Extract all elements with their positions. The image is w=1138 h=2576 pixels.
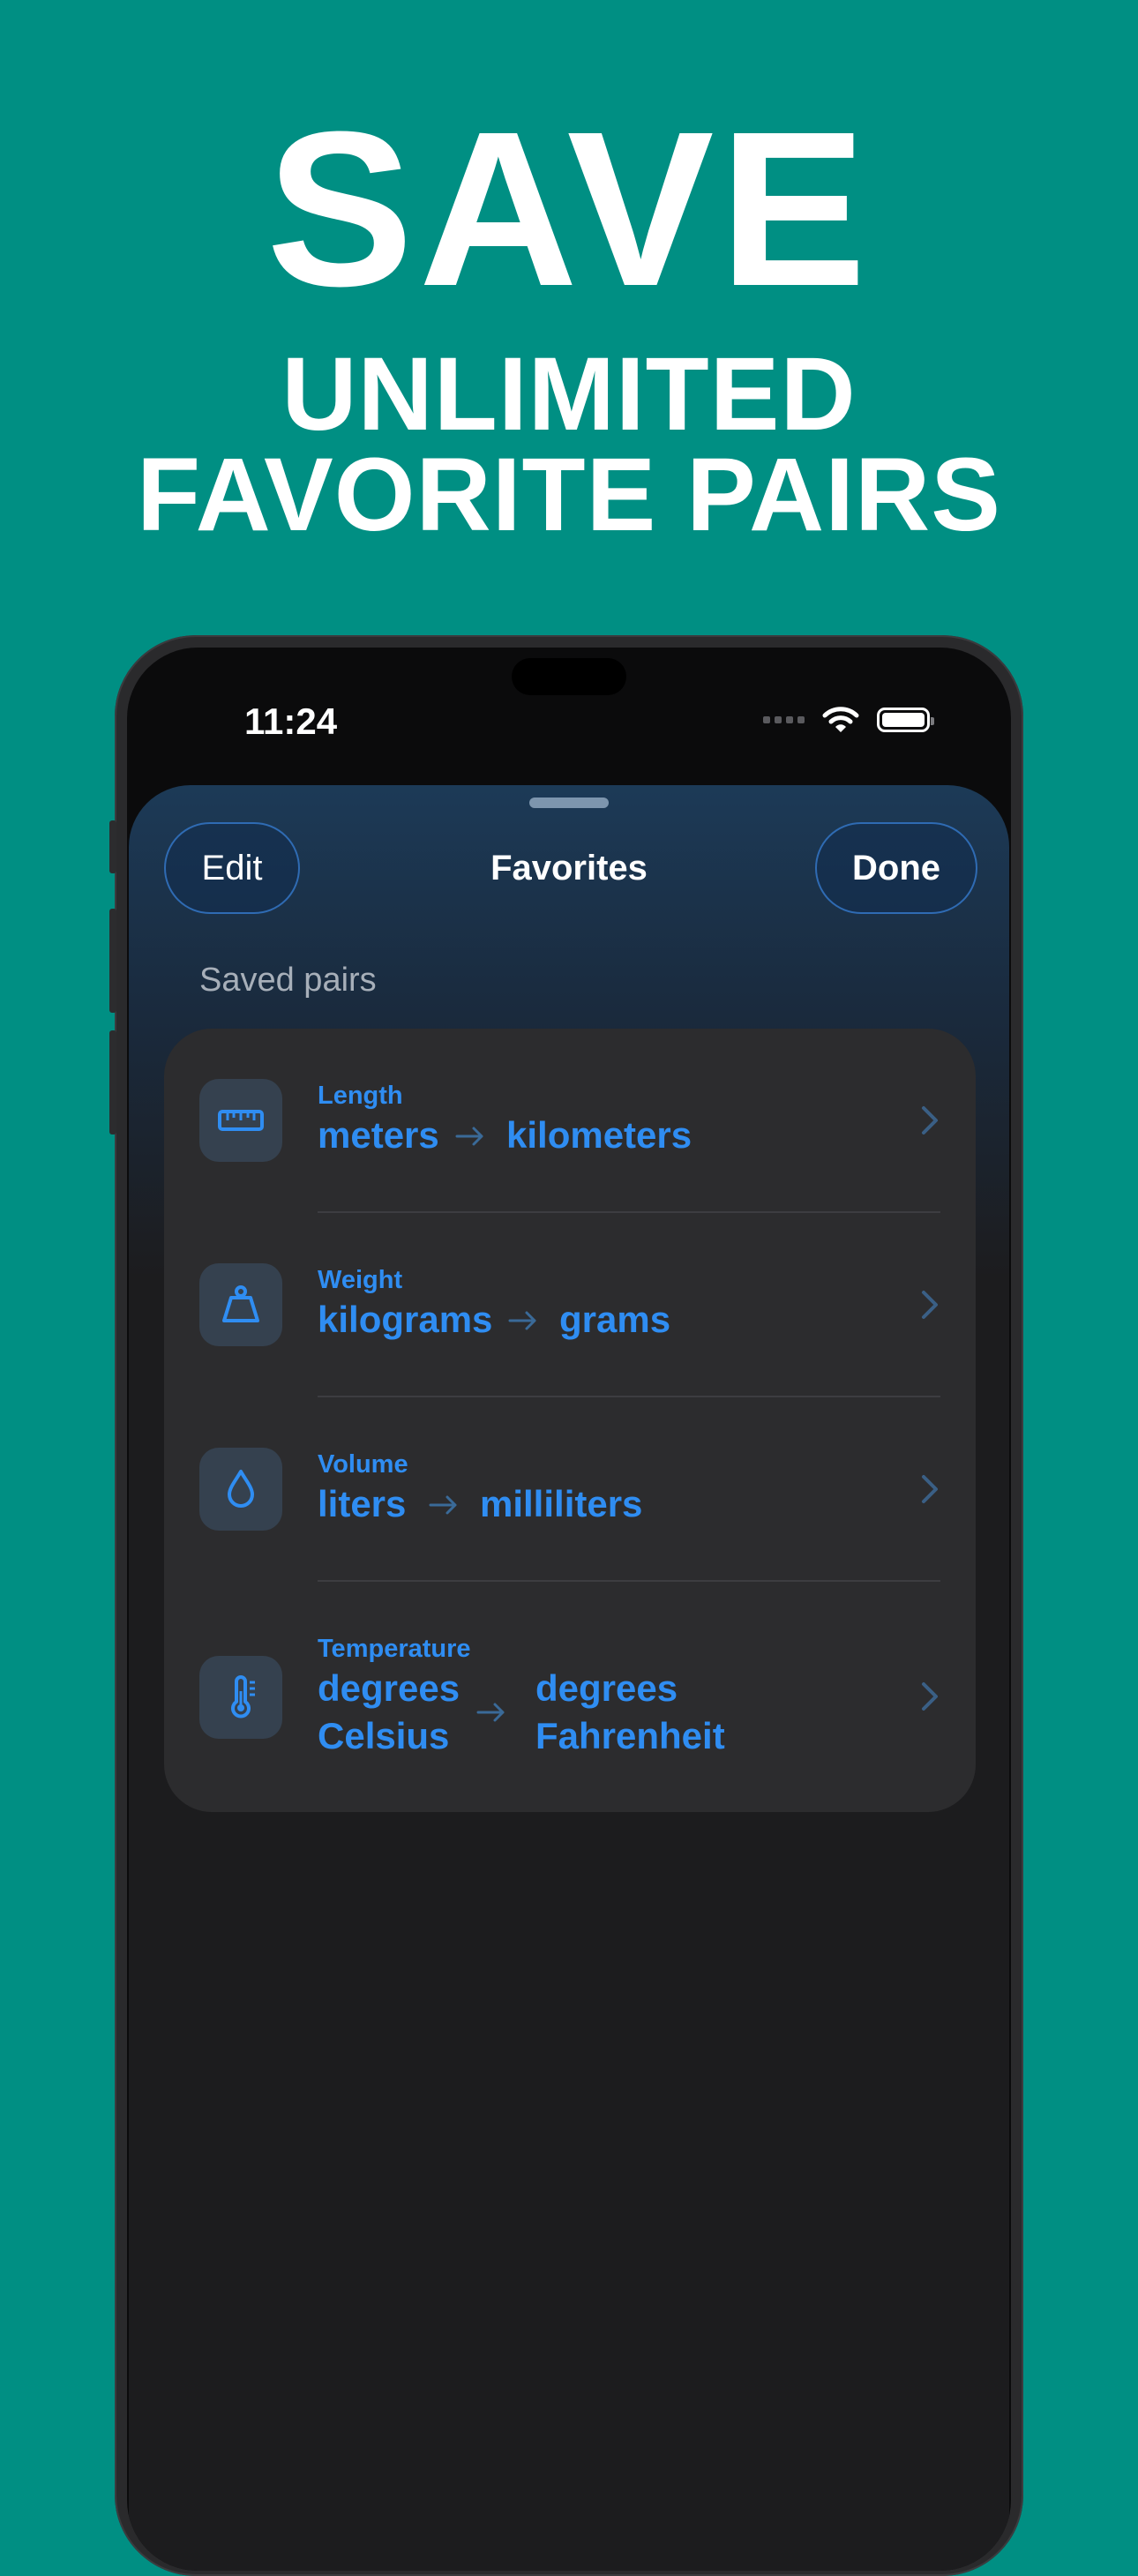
arrow-right-icon	[476, 1703, 505, 1722]
arrow-right-icon	[429, 1495, 457, 1515]
pair-to-unit-line-2: Fahrenheit	[535, 1715, 725, 1756]
pair-to-unit: grams	[559, 1299, 671, 1340]
wifi-icon	[822, 707, 859, 732]
pair-to-unit: kilometers	[506, 1114, 693, 1156]
phone-volume-down-button	[109, 1030, 116, 1134]
done-button[interactable]: Done	[815, 822, 977, 914]
pair-from-unit-line-2: Celsius	[318, 1715, 450, 1756]
pair-from-unit: kilograms	[318, 1299, 493, 1340]
chevron-right-icon	[922, 1106, 938, 1134]
phone-action-button	[109, 820, 116, 873]
phone-volume-up-button	[109, 909, 116, 1013]
phone-screen: 11:24 Edit Favorites Done Saved pairs Le…	[127, 648, 1011, 2571]
headline-title: SAVE	[266, 86, 872, 332]
pair-category: Length	[318, 1082, 403, 1110]
drop-icon	[199, 1448, 282, 1531]
headline-subtitle-line-1: UNLIMITED	[281, 336, 857, 453]
pair-from-unit-line-1: degrees	[318, 1667, 460, 1709]
favorites-list: Length meters kilometers Weight kilogram…	[164, 1029, 976, 1812]
chevron-right-icon	[922, 1682, 938, 1711]
favorite-row-temperature[interactable]: Temperature degrees Celsius degrees Fahr…	[164, 1582, 976, 1812]
chevron-right-icon	[922, 1475, 938, 1503]
pair-category: Temperature	[318, 1635, 471, 1663]
sheet-grabber[interactable]	[529, 798, 609, 808]
signal-icon	[763, 716, 805, 723]
favorite-row-weight[interactable]: Weight kilograms grams	[164, 1213, 976, 1397]
pair-category: Weight	[318, 1266, 403, 1294]
battery-icon	[877, 708, 934, 732]
pair-from-unit: liters	[318, 1483, 407, 1524]
status-icons	[763, 706, 934, 734]
pair-to-unit-line-1: degrees	[535, 1667, 678, 1709]
chevron-right-icon	[922, 1291, 938, 1319]
dynamic-island	[512, 658, 626, 695]
arrow-right-icon	[455, 1127, 483, 1146]
favorite-row-length[interactable]: Length meters kilometers	[164, 1029, 976, 1212]
thermometer-icon	[199, 1656, 282, 1739]
favorite-row-volume[interactable]: Volume liters milliliters	[164, 1397, 976, 1581]
ruler-icon	[199, 1079, 282, 1162]
section-title: Saved pairs	[199, 962, 377, 999]
favorites-sheet: Edit Favorites Done Saved pairs Length m…	[129, 785, 1009, 2571]
headline-subtitle-line-2: FAVORITE PAIRS	[137, 437, 1001, 553]
pair-from-unit: meters	[318, 1114, 439, 1156]
weight-icon	[199, 1263, 282, 1346]
pair-to-unit: milliliters	[480, 1483, 643, 1524]
status-time: 11:24	[244, 700, 338, 742]
pair-category: Volume	[318, 1450, 408, 1479]
arrow-right-icon	[508, 1311, 536, 1330]
